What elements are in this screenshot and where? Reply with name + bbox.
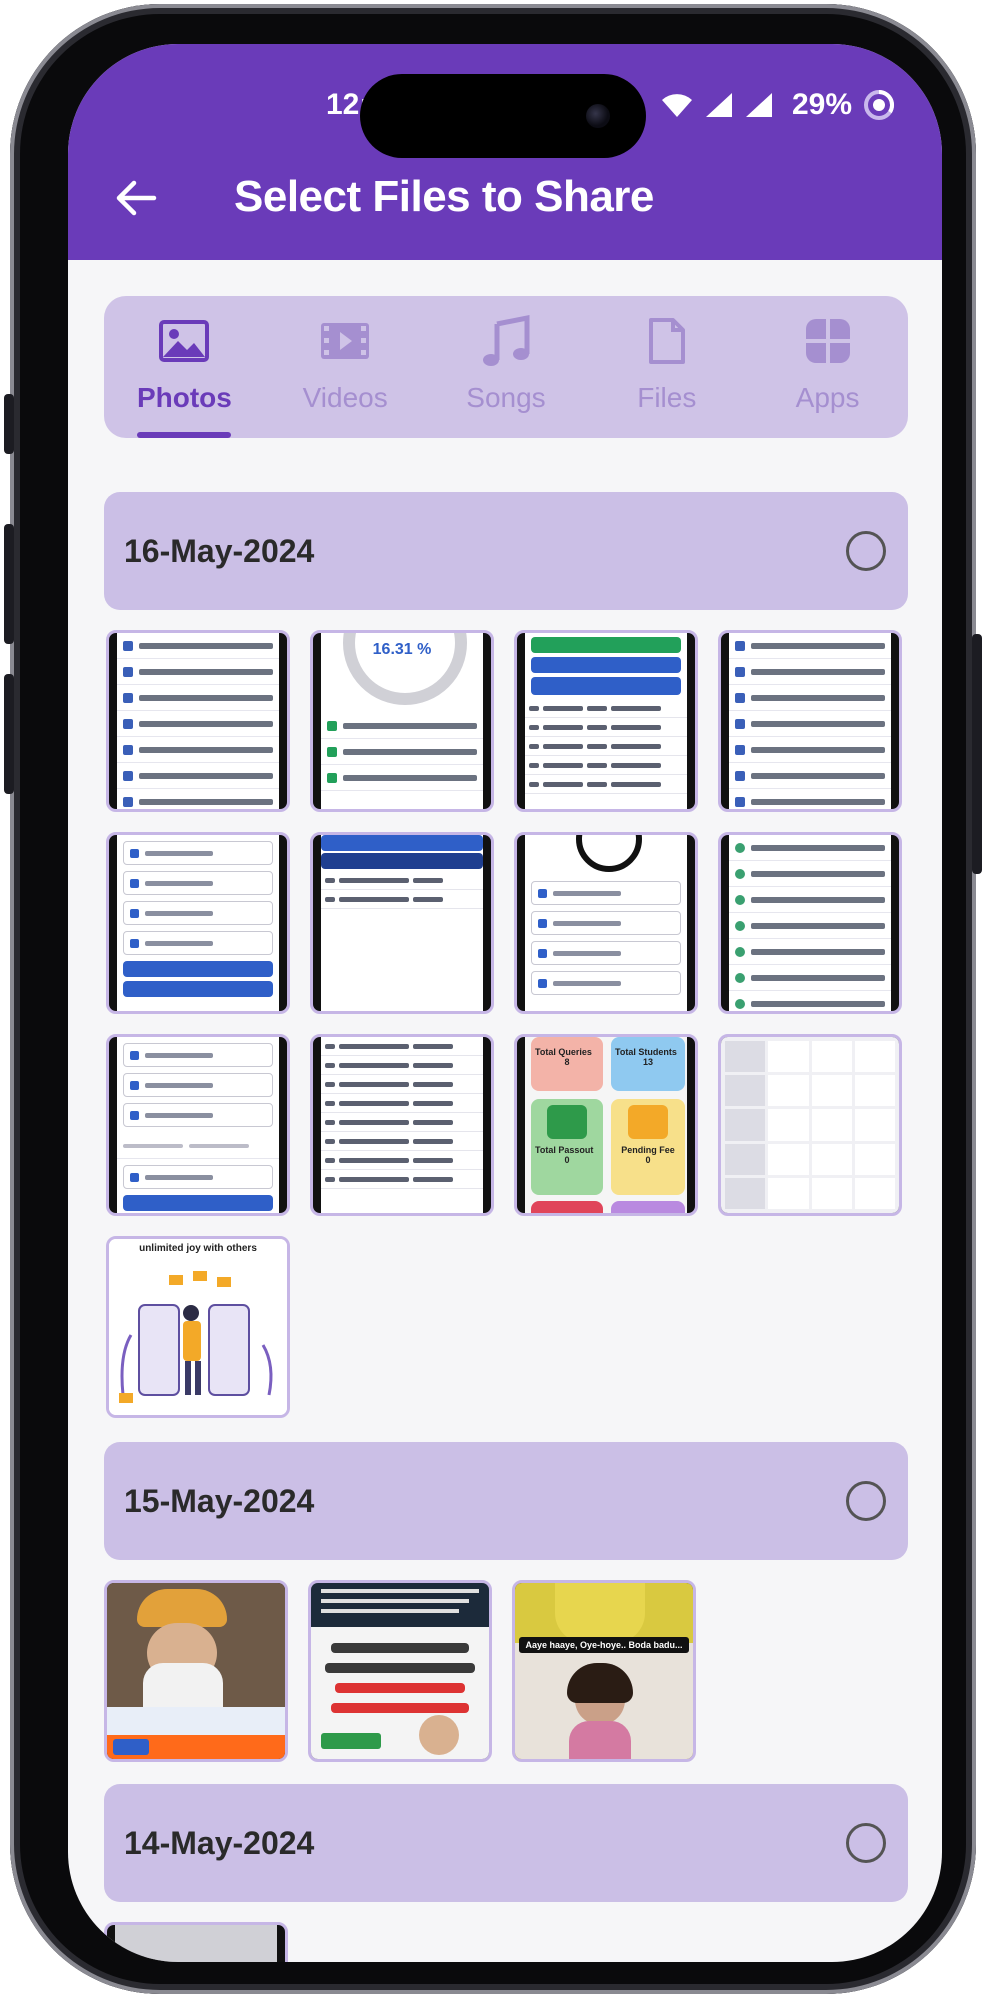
photo-thumbnail[interactable]	[104, 1922, 288, 1962]
select-group-radio[interactable]	[846, 531, 886, 571]
category-tabs: Photos Videos Songs Files Apps	[104, 296, 908, 438]
group-date: 14-May-2024	[124, 1824, 315, 1861]
photo-thumbnail[interactable]: unlimited joy with others	[106, 1236, 290, 1418]
photo-thumbnail[interactable]	[718, 630, 902, 812]
music-note-icon	[477, 314, 535, 368]
tab-label: Files	[637, 382, 697, 413]
illustration	[119, 1271, 273, 1403]
tab-songs[interactable]: Songs	[426, 296, 587, 438]
signal-icon-2	[745, 93, 772, 117]
screen: 12: 29% Select Files to Share Photos Vid…	[68, 44, 942, 1962]
photo-thumbnail[interactable]: 16.31 %	[310, 630, 494, 812]
date-group-header[interactable]: 14-May-2024	[104, 1784, 908, 1902]
photo-thumbnail[interactable]	[106, 1034, 290, 1216]
signal-icon	[705, 93, 732, 117]
status-icons: 29%	[660, 88, 896, 122]
group-date: 15-May-2024	[124, 1482, 315, 1519]
volume-down-button	[4, 674, 14, 794]
back-arrow-icon[interactable]	[114, 178, 158, 218]
active-tab-indicator	[137, 432, 232, 438]
select-group-radio[interactable]	[846, 1481, 886, 1521]
apps-grid-icon	[799, 314, 857, 368]
select-group-radio[interactable]	[846, 1823, 886, 1863]
students-card: Total Students 13	[611, 1037, 685, 1091]
battery-percent: 29%	[791, 88, 852, 121]
thumb-caption: unlimited joy with others	[139, 1243, 257, 1254]
photo-thumbnail[interactable]	[308, 1580, 492, 1762]
image-icon	[155, 314, 213, 368]
film-icon	[316, 314, 374, 368]
group-date: 16-May-2024	[124, 532, 315, 569]
page-title: Select Files to Share	[234, 172, 654, 221]
photo-thumbnail[interactable]	[514, 832, 698, 1014]
thumb-caption: Aaye haaye, Oye-hoye.. Boda badu...	[519, 1637, 689, 1653]
queries-card: Total Queries 8	[531, 1037, 603, 1091]
volume-up-button	[4, 524, 14, 644]
phone-frame: 12: 29% Select Files to Share Photos Vid…	[4, 4, 982, 1994]
date-group-header[interactable]: 15-May-2024	[104, 1442, 908, 1560]
file-icon	[638, 314, 696, 368]
tab-files[interactable]: Files	[586, 296, 747, 438]
silent-switch	[4, 394, 14, 454]
passout-card: Total Passout 0	[531, 1099, 603, 1195]
tab-apps[interactable]: Apps	[747, 296, 908, 438]
wifi-icon	[661, 94, 692, 117]
photo-thumbnail[interactable]: Total Queries 8 Total Students 13 Total …	[514, 1034, 698, 1216]
power-button	[972, 634, 982, 874]
photo-thumbnail[interactable]	[106, 630, 290, 812]
date-group-header[interactable]: 16-May-2024	[104, 492, 908, 610]
photo-thumbnail[interactable]	[106, 832, 290, 1014]
pending-fee-card: Pending Fee 0	[611, 1099, 685, 1195]
tab-photos[interactable]: Photos	[104, 296, 265, 438]
tab-videos[interactable]: Videos	[265, 296, 426, 438]
tab-label: Photos	[136, 382, 232, 413]
photo-thumbnail[interactable]: Aaye haaye, Oye-hoye.. Boda badu...	[512, 1580, 696, 1762]
app-bar: 12: 29% Select Files to Share	[68, 44, 942, 260]
photo-thumbnail[interactable]	[718, 1034, 902, 1216]
photo-thumbnail[interactable]	[104, 1580, 288, 1762]
dynamic-island	[360, 74, 646, 158]
tab-label: Songs	[466, 382, 546, 413]
avatar-placeholder	[576, 835, 642, 872]
photo-thumbnail[interactable]	[514, 630, 698, 812]
progress-percent: 16.31 %	[372, 641, 432, 658]
photo-thumbnail[interactable]	[310, 1034, 494, 1216]
battery-ring-icon	[864, 89, 895, 120]
tab-label: Videos	[302, 382, 388, 413]
camera-icon	[586, 104, 610, 128]
photo-thumbnail[interactable]	[310, 832, 494, 1014]
tab-label: Apps	[795, 382, 860, 413]
photo-thumbnail[interactable]	[718, 832, 902, 1014]
